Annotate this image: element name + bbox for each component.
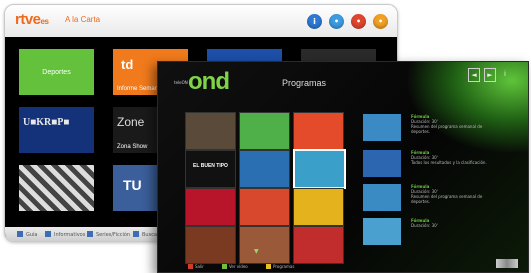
record-icon[interactable]: •	[351, 14, 366, 29]
program-thumb[interactable]: EL BUEN TIPO	[185, 150, 236, 188]
program-thumb[interactable]	[239, 226, 290, 264]
brand-mark	[496, 259, 518, 268]
rtve-header: rtvees A la Carta i • • •	[5, 5, 397, 37]
episode-info: Fórmula Duración: 30' Resumen del progra…	[411, 114, 483, 134]
program-thumb[interactable]	[185, 188, 236, 226]
program-thumb[interactable]	[293, 188, 344, 226]
tile-checkered[interactable]	[19, 165, 94, 211]
scroll-down-icon[interactable]: ▼	[254, 248, 259, 255]
globe-icon[interactable]: •	[329, 14, 344, 29]
rtve-logo-text: rtve	[15, 11, 41, 28]
footer-item-informativos[interactable]: Informativos	[45, 231, 85, 238]
episode-thumb[interactable]	[363, 150, 401, 177]
program-thumb[interactable]	[239, 188, 290, 226]
program-thumb[interactable]	[185, 226, 236, 264]
ond-footer: Salir Ver vídeo Programas	[188, 264, 488, 271]
episode-thumb[interactable]	[363, 218, 401, 245]
program-thumb[interactable]	[239, 112, 290, 150]
footer-item-ver-video[interactable]: Ver vídeo	[222, 264, 248, 269]
footer-item-programas[interactable]: Programas	[266, 264, 294, 269]
footer-item-salir[interactable]: Salir	[188, 264, 204, 269]
footer-item-series[interactable]: Series/Ficción	[87, 231, 130, 238]
program-thumb[interactable]	[293, 112, 344, 150]
episode-info: Fórmula Duración: 30' Resumen del progra…	[411, 184, 483, 204]
rtve-logo: rtvees	[15, 11, 49, 28]
ond-logo-prefix: teleON	[174, 80, 188, 85]
home-icon[interactable]: •	[373, 14, 388, 29]
ond-logo-text: ond	[188, 68, 230, 95]
footer-item-guia[interactable]: Guía	[17, 231, 38, 238]
forward-icon[interactable]: ►	[484, 68, 496, 82]
program-thumb[interactable]	[185, 112, 236, 150]
info-icon[interactable]: i	[307, 14, 322, 29]
footer-item-buscar[interactable]: Buscar	[133, 231, 159, 238]
info-icon[interactable]: i	[500, 68, 510, 80]
page-title: Programas	[282, 78, 327, 88]
program-thumb-selected[interactable]	[293, 149, 346, 189]
program-thumb[interactable]	[293, 226, 344, 264]
ond-programas-screen: teleON ond Programas ◄ ► i EL BUEN TIPO …	[157, 61, 529, 273]
rtve-logo-suffix: es	[40, 17, 49, 26]
back-icon[interactable]: ◄	[468, 68, 480, 82]
tile-deportes[interactable]: Deportes	[19, 49, 94, 95]
program-thumb[interactable]	[239, 150, 290, 188]
episode-thumb[interactable]	[363, 114, 401, 141]
tile-ultimatum[interactable]: U■KR■P■	[19, 107, 94, 153]
page-title: A la Carta	[65, 15, 101, 24]
ond-logo: teleON ond	[172, 68, 252, 96]
episode-thumb[interactable]	[363, 184, 401, 211]
episode-info: Fórmula Duración: 30'	[411, 218, 438, 228]
episode-info: Fórmula Duración: 30' Todos los resultad…	[411, 150, 487, 165]
